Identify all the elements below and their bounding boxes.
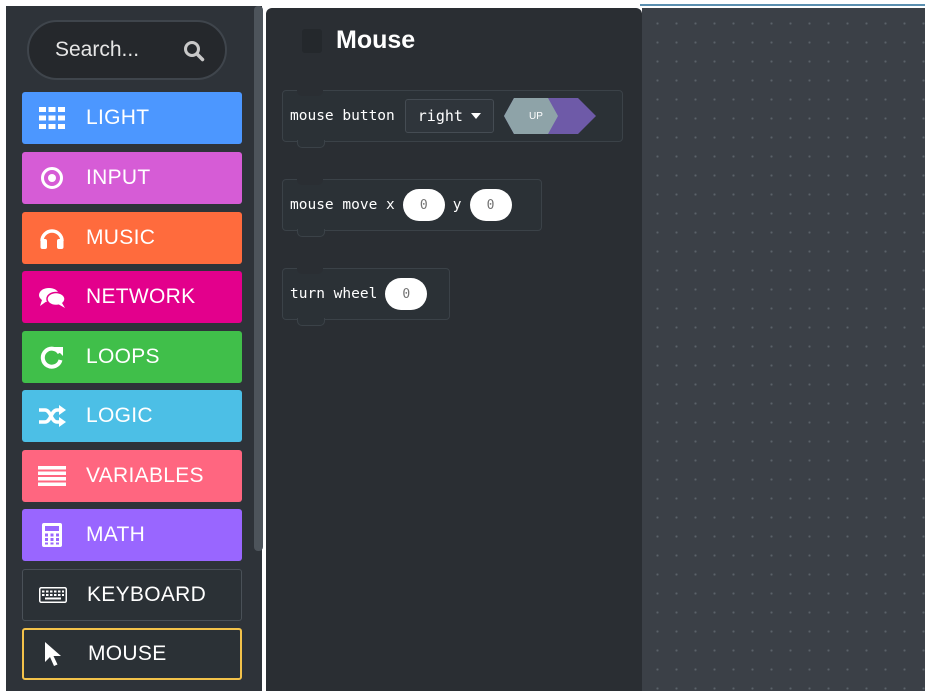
toolbox-scrollbar[interactable] (254, 6, 263, 551)
category-variables[interactable]: VARIABLES (22, 450, 242, 502)
flyout-title: Mouse (336, 26, 416, 54)
calculator-icon (38, 521, 66, 549)
x-value-input[interactable]: 0 (402, 189, 445, 221)
x-value: 0 (419, 197, 428, 213)
chat-icon (38, 283, 66, 311)
wheel-value-input[interactable]: 0 (385, 278, 428, 310)
category-math[interactable]: MATH (22, 509, 242, 561)
category-label: VARIABLES (86, 464, 204, 487)
wheel-value: 0 (402, 286, 411, 302)
search-icon[interactable] (183, 40, 205, 62)
category-loops[interactable]: LOOPS (22, 331, 242, 383)
search-box[interactable]: Search... (27, 20, 227, 80)
target-icon (38, 164, 66, 192)
block-turn-wheel[interactable]: turn wheel 0 (282, 268, 450, 326)
refresh-icon (38, 343, 66, 371)
chevron-down-icon (470, 113, 481, 119)
block-text: mouse button (290, 108, 395, 124)
headphones-icon (38, 224, 66, 252)
category-label: KEYBOARD (87, 583, 207, 606)
category-input[interactable]: INPUT (22, 152, 242, 204)
shuffle-icon (38, 402, 66, 430)
cursor-icon (40, 640, 68, 668)
button-state-toggle[interactable]: UP (503, 98, 596, 134)
y-value-input[interactable]: 0 (469, 189, 512, 221)
category-label: LOGIC (86, 404, 153, 427)
category-label: INPUT (86, 166, 151, 189)
category-light[interactable]: LIGHT (22, 92, 242, 144)
category-network[interactable]: NETWORK (22, 271, 242, 323)
workspace-canvas[interactable] (642, 8, 925, 691)
dropdown-value: right (417, 107, 463, 125)
category-label: LOOPS (86, 345, 160, 368)
block-mouse-button[interactable]: mouse button right UP (282, 90, 623, 148)
block-mouse-move[interactable]: mouse move x 0 y 0 (282, 179, 542, 237)
category-label: NETWORK (86, 285, 196, 308)
list-icon (38, 462, 66, 490)
keyboard-icon (39, 581, 67, 609)
y-value: 0 (486, 197, 495, 213)
category-color-swatch (302, 28, 322, 53)
mouse-button-dropdown[interactable]: right (404, 99, 494, 133)
category-mouse[interactable]: MOUSE (22, 628, 242, 680)
category-label: MOUSE (88, 642, 167, 665)
category-label: MUSIC (86, 226, 156, 249)
category-label: MATH (86, 523, 146, 546)
category-logic[interactable]: LOGIC (22, 390, 242, 442)
flyout-header: Mouse (302, 26, 415, 55)
category-keyboard[interactable]: KEYBOARD (22, 569, 242, 621)
block-text: mouse move x (290, 197, 395, 213)
search-input[interactable]: Search... (55, 38, 139, 62)
category-label: LIGHT (86, 106, 150, 129)
y-label: y (452, 197, 462, 213)
category-music[interactable]: MUSIC (22, 212, 242, 264)
button-state-label: UP (528, 110, 543, 122)
block-text: turn wheel (290, 286, 378, 302)
grid-icon (38, 104, 66, 132)
